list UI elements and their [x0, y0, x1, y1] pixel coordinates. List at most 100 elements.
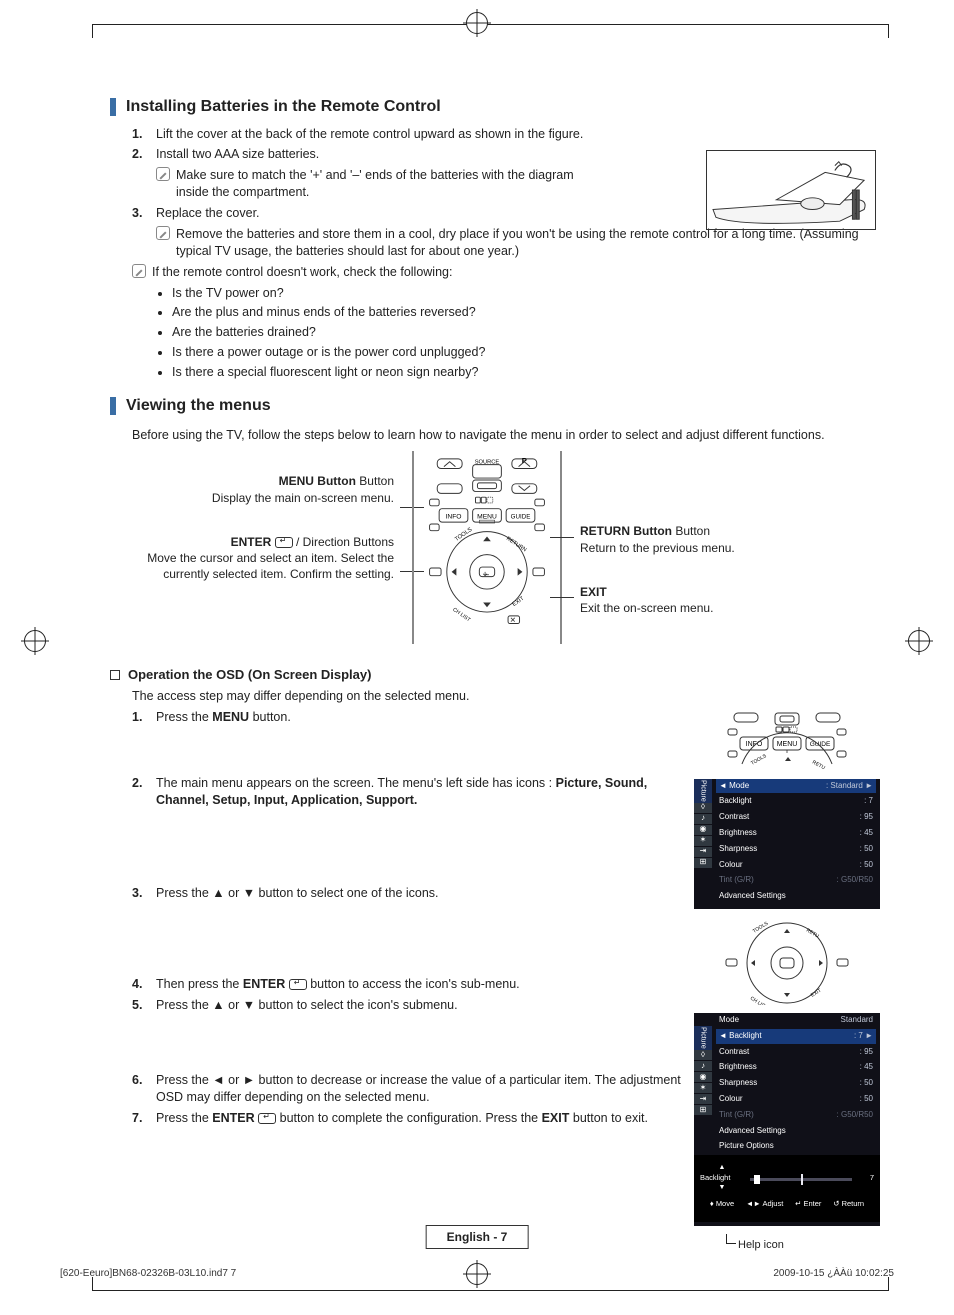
check-item: Is the TV power on? — [172, 285, 880, 302]
step-text: Install two AAA size batteries. — [156, 147, 319, 161]
step-text: Lift the cover at the back of the remote… — [156, 126, 880, 143]
osd-row-label: Sharpness — [719, 844, 757, 855]
help-enter: Enter — [803, 1199, 821, 1208]
osd-tab-icon: ⇥ — [694, 847, 712, 857]
osd-row-value: : G50/R50 — [837, 875, 873, 886]
step-number: 1. — [132, 709, 156, 726]
enter-button-label: ENTER — [231, 535, 272, 549]
osd-row-label: Colour — [719, 1094, 743, 1105]
osd-row-label: Mode — [719, 1015, 739, 1026]
osd-row-value: : 45 — [860, 828, 873, 839]
return-button-desc: Return to the previous menu. — [580, 540, 880, 556]
svg-text:TOOLS: TOOLS — [750, 752, 768, 766]
osd-row-label: Backlight — [729, 1031, 761, 1040]
subsection-desc: The access step may differ depending on … — [132, 688, 880, 705]
step-number: 6. — [132, 1072, 156, 1106]
registration-mark-icon — [466, 12, 488, 34]
return-button-label: RETURN Button — [580, 524, 672, 538]
osd-row-value: : 95 — [860, 812, 873, 823]
help-icon-label: Help icon — [726, 1238, 880, 1253]
osd-tab-icon: ◉ — [694, 1072, 712, 1082]
step-text: Press the ◄ or ► button to decrease or i… — [156, 1072, 684, 1106]
osd-row-value: : 50 — [860, 844, 873, 855]
check-item: Are the plus and minus ends of the batte… — [172, 304, 880, 321]
battery-install-figure — [706, 150, 876, 230]
print-file-label: [620-Eeuro]BN68-02326B-03L10.ind7 7 — [60, 1268, 236, 1279]
step-text: Press the ▲ or ▼ button to select one of… — [156, 885, 684, 902]
osd-row-value: : 7 — [854, 1031, 863, 1040]
svg-text:INFO: INFO — [746, 741, 763, 748]
enter-icon — [289, 979, 307, 990]
svg-text:RETU: RETU — [811, 759, 826, 771]
enter-icon — [258, 1113, 276, 1124]
exit-desc: Exit the on-screen menu. — [580, 600, 880, 616]
menu-button-desc: Display the main on-screen menu. — [132, 490, 394, 506]
note-icon — [156, 226, 170, 240]
osd-row-label: Mode — [729, 781, 749, 790]
osd-tab-icon: ✶ — [694, 1083, 712, 1093]
osd-row-label: Colour — [719, 860, 743, 871]
svg-text:MENU: MENU — [777, 741, 798, 748]
note-icon — [132, 264, 146, 278]
step-text: Then press the ENTER button to access th… — [156, 976, 684, 993]
note-text: Remove the batteries and store them in a… — [176, 226, 880, 260]
osd-row-value: : 50 — [860, 860, 873, 871]
svg-text:P: P — [522, 457, 527, 465]
page-footer: English - 7 — [426, 1225, 529, 1249]
check-item: Are the batteries drained? — [172, 324, 880, 341]
step-number: 2. — [132, 775, 156, 809]
help-move: Move — [716, 1199, 734, 1208]
osd-tab-picture: Picture — [694, 779, 712, 803]
osd-slider-value: 7 — [858, 1173, 874, 1183]
step-text: The main menu appears on the screen. The… — [156, 775, 684, 809]
osd-row-value: Standard — [841, 1015, 873, 1026]
step-text: Press the ▲ or ▼ button to select the ic… — [156, 997, 684, 1014]
registration-mark-icon — [24, 630, 46, 652]
svg-text:GUIDE: GUIDE — [511, 514, 531, 521]
enter-icon — [275, 537, 293, 548]
osd-tab-picture: Picture — [694, 1026, 712, 1050]
osd-row-label: Contrast — [719, 1047, 749, 1058]
section-bar — [110, 397, 116, 415]
check-item: Is there a special fluorescent light or … — [172, 364, 880, 381]
enter-button-desc: Move the cursor and select an item. Sele… — [132, 550, 394, 582]
osd-tab-icon: ◉ — [694, 825, 712, 835]
osd-row-label: Picture Options — [719, 1141, 774, 1152]
registration-mark-icon — [908, 630, 930, 652]
osd-tab-icon: ⊞ — [694, 858, 712, 868]
osd-row-value: : 50 — [860, 1078, 873, 1089]
osd-row-value: : G50/R50 — [837, 1110, 873, 1121]
osd-slider-label: Backlight — [700, 1173, 744, 1183]
svg-text:MENU: MENU — [477, 514, 497, 521]
svg-text:INFO: INFO — [446, 514, 462, 521]
step-number: 1. — [132, 126, 156, 143]
note-icon — [156, 167, 170, 181]
remote-button-row-figure: INFO MENU GUIDE TOOLS RETU — [722, 709, 852, 771]
osd-tab-icon: ✶ — [694, 836, 712, 846]
osd-row-label: Advanced Settings — [719, 891, 786, 902]
step-text: Replace the cover. — [156, 206, 260, 220]
osd-row-label: Advanced Settings — [719, 1126, 786, 1137]
step-number: 7. — [132, 1110, 156, 1127]
osd-row-value: : 95 — [860, 1047, 873, 1058]
osd-menu-screen-1: Picture ◊ ♪ ◉ ✶ ⇥ ⊞ ◄ Mode — [694, 779, 880, 909]
svg-text:SOURCE: SOURCE — [475, 460, 500, 466]
osd-row-label: Tint (G/R) — [719, 1110, 754, 1121]
osd-row-label: Brightness — [719, 828, 757, 839]
step-number: 4. — [132, 976, 156, 993]
osd-tab-icon: ◊ — [694, 803, 712, 813]
section-title: Viewing the menus — [126, 395, 271, 417]
step-number: 5. — [132, 997, 156, 1014]
osd-menu-screen-2: Picture ◊ ♪ ◉ ✶ ⇥ ⊞ ModeStandard — [694, 1013, 880, 1226]
section-intro: Before using the TV, follow the steps be… — [132, 427, 880, 444]
menu-button-label: MENU Button — [279, 474, 356, 488]
check-item: Is there a power outage or is the power … — [172, 344, 880, 361]
subsection-title: Operation the OSD (On Screen Display) — [128, 666, 371, 684]
osd-row-value: : 50 — [860, 1094, 873, 1105]
enter-button-suffix: / Direction Buttons — [296, 535, 394, 549]
svg-text:CH LIST: CH LIST — [451, 607, 472, 624]
osd-tab-icon: ♪ — [694, 814, 712, 824]
svg-text:GUIDE: GUIDE — [810, 741, 831, 748]
section-bar — [110, 98, 116, 116]
section-title: Installing Batteries in the Remote Contr… — [126, 96, 441, 118]
